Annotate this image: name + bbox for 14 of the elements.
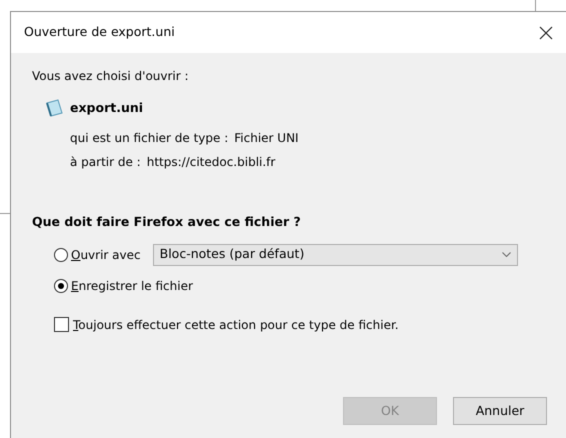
field-label: à partir de : [70, 154, 141, 171]
app-dropdown[interactable]: Bloc-notes (par défaut) [152, 244, 518, 266]
field-value: Fichier UNI [234, 130, 299, 147]
field-value: https://citedoc.bibli.fr [146, 154, 276, 171]
dialog-button: OK [343, 397, 437, 425]
checkbox-label[interactable]: Toujours effectuer cette action pour ce type de fichier. [73, 316, 399, 334]
field-label: qui est un fichier de type : [70, 130, 228, 147]
dialog-button[interactable]: Annuler [453, 397, 547, 425]
radio-label[interactable]: Ouvrir avec [71, 246, 141, 264]
file-name: export.uni [70, 99, 144, 117]
intro-text: Vous avez choisi d'ouvrir : [32, 68, 190, 85]
radio-label[interactable]: Enregistrer le fichier [71, 276, 193, 294]
window-title: Ouverture de export.uni [24, 23, 175, 42]
question-heading: Que doit faire Firefox avec ce fichier ? [32, 212, 302, 231]
